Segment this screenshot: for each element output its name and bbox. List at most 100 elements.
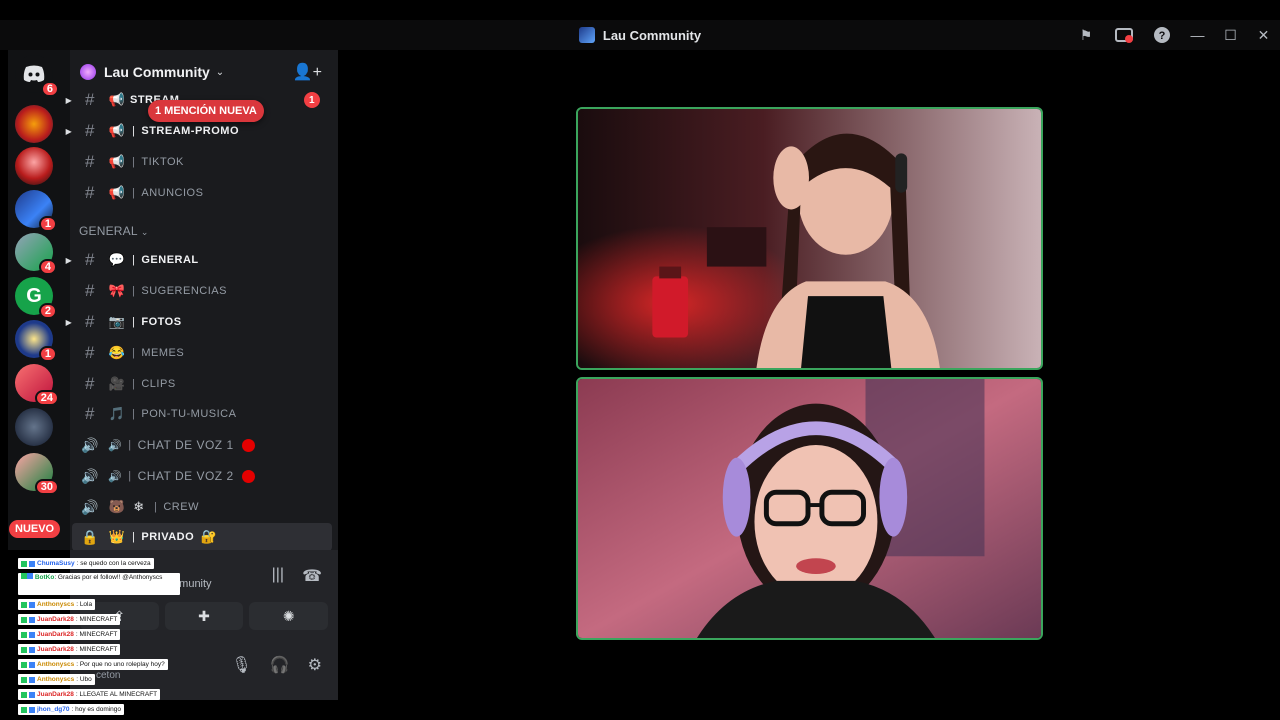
channel-sidebar: Lau Community ⌄ 👤+ ▶ # 📢 STREAM 1 ▶ # 📢 …	[66, 50, 338, 700]
chevron-down-icon: ⌄	[140, 227, 149, 237]
chat-username: JuanDark28	[37, 616, 74, 623]
noise-suppression-icon[interactable]: |||	[272, 566, 284, 586]
disconnect-call-icon[interactable]: ☎	[302, 566, 322, 586]
channel-clips[interactable]: # 🎥 | CLIPS	[72, 370, 332, 398]
channel-privado[interactable]: 🔒 👑 | PRIVADO 🔐	[72, 523, 332, 551]
category-general[interactable]: GENERAL ⌄	[79, 224, 149, 238]
microphone-icon[interactable]: 🎙	[231, 655, 251, 675]
mod-badge-icon	[21, 706, 27, 713]
mod-badge-icon	[21, 601, 27, 608]
channel-general[interactable]: ▶ # 💬 | GENERAL	[66, 246, 332, 274]
gear-icon[interactable]: ⚙	[308, 655, 322, 675]
camera-icon: 📷	[108, 314, 126, 329]
chat-text: : Ubo	[76, 676, 92, 683]
flag-icon[interactable]: ⚑	[1067, 20, 1105, 50]
mod-badge-icon	[21, 691, 27, 698]
video-tile-speaker-2[interactable]	[576, 377, 1043, 640]
video-tile-speaker-1[interactable]	[576, 107, 1043, 370]
mod-badge-icon	[21, 631, 27, 638]
chat-text: : MINECRAFT	[75, 646, 118, 653]
channel-fotos[interactable]: ▶ # 📷 | FOTOS	[66, 308, 332, 336]
sub-badge-icon	[29, 616, 35, 623]
movie-camera-icon: 🎥	[108, 376, 126, 391]
chat-username: Anthonyscs	[37, 676, 75, 683]
chat-username: jhon_dg70	[37, 706, 70, 713]
chat-text: : MINECRAFT	[75, 616, 118, 623]
chat-text: : Lola	[76, 601, 93, 608]
voice-channel-crew[interactable]: 🔊 🐻 ❄ | CREW	[72, 493, 332, 521]
server-avatar	[578, 27, 595, 43]
server-icon[interactable]: 4	[15, 233, 57, 275]
expand-arrow-icon: ▶	[65, 126, 73, 136]
music-note-icon: 🎵	[108, 406, 126, 421]
bear-icon: 🐻	[108, 499, 126, 514]
laughing-emoji-icon: 😂	[108, 345, 126, 360]
server-icon[interactable]	[15, 408, 53, 446]
channel-name: CHAT DE VOZ 1	[137, 438, 234, 452]
activities-button[interactable]: ✚	[164, 602, 244, 630]
minimize-icon[interactable]: —	[1181, 20, 1214, 50]
channel-tiktok[interactable]: # 📢 | TIKTOK	[72, 148, 332, 176]
megaphone-icon: 📢	[108, 123, 126, 138]
expand-arrow-icon: ▶	[65, 95, 73, 105]
hash-icon: #	[85, 183, 95, 202]
hash-icon: #	[85, 90, 95, 109]
mod-badge-icon	[21, 661, 27, 668]
channel-name: PON-TU-MUSICA	[141, 408, 237, 420]
category-name: GENERAL	[79, 224, 138, 238]
chat-text: : se quedo con la cerveza	[76, 560, 151, 567]
server-icon[interactable]	[15, 105, 53, 143]
new-servers-pill[interactable]: NUEVO	[9, 520, 61, 538]
help-icon[interactable]: ?	[1143, 20, 1181, 50]
soundboard-icon: ✺	[282, 607, 295, 624]
sub-badge-icon	[29, 631, 35, 638]
voice-channel-chat-de-voz-2[interactable]: 🔊 🔊 | CHAT DE VOZ 2	[72, 462, 332, 490]
server-icon[interactable]: 30	[15, 453, 59, 495]
server-icon[interactable]: 1	[15, 320, 57, 362]
chat-message: Anthonyscs: Por que no uno roleplay hoy?	[18, 659, 168, 670]
window-title: Lau Community	[602, 27, 702, 43]
server-icon[interactable]: 24	[15, 364, 59, 406]
server-list: 6 1 4 G 2 1 24 30 NUEVO	[8, 50, 70, 550]
crown-icon: 👑	[108, 529, 126, 544]
chat-text: : MINECRAFT	[75, 631, 118, 638]
channel-memes[interactable]: # 😂 | MEMES	[72, 339, 332, 367]
voice-stage	[338, 50, 1280, 720]
soundboard-button[interactable]: ✺	[249, 602, 329, 630]
sub-badge-icon	[27, 573, 33, 579]
channel-sugerencias[interactable]: # 🎀 | SUGERENCIAS	[72, 277, 332, 305]
megaphone-icon: 📢	[108, 92, 126, 107]
voice-channel-chat-de-voz-1[interactable]: 🔊 🔊 | CHAT DE VOZ 1	[72, 431, 332, 459]
new-mention-pill[interactable]: 1 MENCIÓN NUEVA	[148, 100, 264, 122]
close-icon[interactable]: ✕	[1247, 20, 1280, 50]
server-icon[interactable]: 1	[15, 190, 57, 232]
webcam-feed	[578, 109, 1041, 368]
sub-badge-icon	[29, 676, 35, 683]
live-indicator-icon	[241, 469, 255, 483]
channel-pon-tu-musica[interactable]: # 🎵 | PON-TU-MUSICA	[72, 400, 332, 428]
server-badge: 4	[38, 259, 57, 275]
chat-username: ChumaSusy	[37, 560, 75, 567]
speech-bubble-icon: 💬	[108, 252, 126, 267]
server-icon[interactable]: G 2	[15, 277, 57, 319]
hash-icon: #	[85, 404, 95, 423]
maximize-icon[interactable]: ☐	[1214, 20, 1247, 50]
channel-name: ANUNCIOS	[141, 187, 204, 199]
discord-home-icon[interactable]: 6	[15, 55, 59, 97]
volume-icon: 🔊	[108, 470, 123, 483]
locked-key-icon: 🔐	[200, 529, 218, 544]
chevron-down-icon: ⌄	[215, 66, 225, 78]
chat-message: BotKo: Gracias por el follow!! @Anthonys…	[18, 573, 180, 595]
server-icon[interactable]	[15, 147, 53, 185]
ribbon-icon: 🎀	[108, 283, 126, 298]
headphones-icon[interactable]: 🎧	[270, 655, 290, 675]
speaker-icon: 🔊	[81, 467, 99, 484]
speaker-icon: 🔊	[81, 498, 99, 515]
screen-share-icon[interactable]	[1105, 20, 1143, 50]
channel-anuncios[interactable]: # 📢 | ANUNCIOS	[72, 179, 332, 207]
chat-username: Anthonyscs	[37, 661, 75, 668]
add-member-icon[interactable]: 👤+	[293, 62, 322, 82]
chat-message: jhon_dg70: hoy es domingo	[18, 704, 125, 715]
server-badge: 1	[38, 346, 57, 362]
chat-username: Anthonyscs	[37, 601, 75, 608]
